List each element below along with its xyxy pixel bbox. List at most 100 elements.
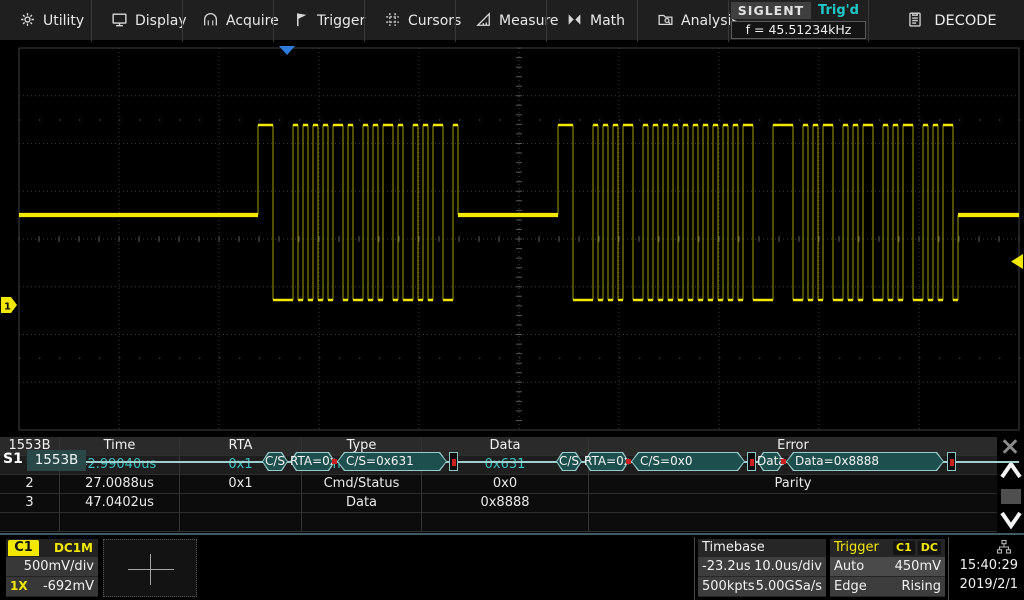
table-cell <box>180 494 302 513</box>
table-close-button[interactable] <box>1000 439 1020 454</box>
channel1-offset-label: 1 <box>4 302 11 313</box>
waveform-plot: 1 <box>0 44 1024 440</box>
add-channel-slot[interactable] <box>103 539 197 597</box>
channel1-badge: C1 <box>8 540 39 556</box>
table-cell: 27.0088us <box>60 475 180 494</box>
menu-item-label: Cursors <box>408 13 461 29</box>
decode-bubble-label: C/S <box>262 452 288 471</box>
trigger-status-badge: Trig'd <box>811 2 866 19</box>
bus-protocol-label[interactable]: 1553B <box>27 450 86 471</box>
channel1-info-box[interactable]: C1 DC1M 500mV/div 1X -692mV <box>6 539 98 597</box>
decode-bubble-label: Data <box>757 452 784 471</box>
channel1-scale: 500mV/div <box>24 557 94 576</box>
decode-bubble: C/S <box>556 452 582 471</box>
timebase-scale: 10.0us/div <box>754 557 822 576</box>
statusbar-divider <box>948 537 949 600</box>
table-cell <box>422 513 589 532</box>
menu-item-trigger[interactable]: Trigger <box>273 0 364 42</box>
table-bottom-border <box>0 533 1024 535</box>
decode-bubble: C/S=0x0 <box>631 452 745 471</box>
clock-time: 15:40:29 <box>950 556 1018 575</box>
menu-item-label: Display <box>135 13 187 29</box>
status-bar: C1 DC1M 500mV/div 1X -692mV Timebase -23… <box>0 537 1024 600</box>
trigger-position-indicator[interactable] <box>279 46 295 55</box>
table-cell: 47.0402us <box>60 494 180 513</box>
datetime-box: 15:40:29 2019/2/1 <box>950 539 1022 597</box>
timebase-label: Timebase <box>702 539 765 556</box>
table-row[interactable]: 347.0402us Data0x8888 <box>0 494 997 513</box>
decode-bubble: Data <box>757 452 784 471</box>
trigger-source-badge: C1 <box>893 541 915 555</box>
table-cell <box>180 513 302 532</box>
decode-bubble: Data=0x8888 <box>786 452 944 471</box>
scroll-down-button[interactable] <box>999 506 1023 532</box>
decode-bubble: C/S=0x631 <box>337 452 447 471</box>
table-cell <box>60 513 180 532</box>
network-icon[interactable] <box>950 539 1018 556</box>
menu-bar: UtilityDisplayAcquireTriggerCursorsMeasu… <box>0 0 1024 42</box>
status-cluster: SIGLENT Trig'd f = 45.51234kHz <box>728 0 868 42</box>
table-row[interactable] <box>0 513 997 532</box>
timebase-delay: -23.2us <box>702 557 751 576</box>
timebase-memory: 500kpts <box>702 577 754 596</box>
table-cell: 3 <box>0 494 60 513</box>
decode-bubble-label: C/S=0x631 <box>337 452 447 471</box>
siglent-logo: SIGLENT <box>731 2 811 19</box>
menu-item-label: Acquire <box>226 13 279 29</box>
decode-bubble-label: Data=0x8888 <box>786 452 944 471</box>
decode-menu-label: DECODE <box>934 13 996 29</box>
decode-error-marker <box>449 452 458 471</box>
menu-item-label: Trigger <box>317 13 365 29</box>
sample-rate: 5.00GSa/s <box>756 577 822 596</box>
decode-bubble-label: RTA=0x <box>290 452 335 471</box>
menu-item-cursors[interactable]: Cursors <box>364 0 455 42</box>
waveform-display: 1 S1 1553B C/SRTA=0xC/S=0x631C/SRTA=0xC/… <box>0 44 1024 436</box>
acquire-icon <box>202 11 219 32</box>
crosshair-icon <box>128 569 174 570</box>
decode-error-marker <box>747 452 756 471</box>
timebase-info-box[interactable]: Timebase -23.2us 10.0us/div 500kpts 5.00… <box>698 539 826 597</box>
menu-item-measure[interactable]: Measure <box>455 0 546 42</box>
statusbar-divider <box>694 537 695 600</box>
trigger-label: Trigger <box>834 539 879 556</box>
math-icon <box>566 11 583 32</box>
channel1-coupling: DC1M <box>54 541 93 555</box>
table-row[interactable]: 227.0088us0x1Cmd/Status0x0Parity <box>0 475 997 494</box>
table-cell <box>589 513 997 532</box>
trigger-type: Edge <box>834 577 867 596</box>
table-cell <box>302 513 422 532</box>
clock-date: 2019/2/1 <box>950 575 1018 594</box>
crosshair-icon <box>150 554 151 585</box>
trigger-coupling-badge: DC <box>918 541 941 555</box>
table-cell: 0x1 <box>180 475 302 494</box>
decode-bubble: C/S <box>262 452 288 471</box>
table-cell <box>0 513 60 532</box>
measure-icon <box>475 11 492 32</box>
menu-item-acquire[interactable]: Acquire <box>182 0 273 42</box>
decode-error-marker <box>947 452 956 471</box>
oscilloscope-screen: UtilityDisplayAcquireTriggerCursorsMeasu… <box>0 0 1024 600</box>
trigger-level: 450mV <box>895 557 941 576</box>
menu-item-math[interactable]: Math <box>546 0 637 42</box>
decode-icon <box>906 10 924 32</box>
menu-item-analysis[interactable]: Analysis <box>637 0 728 42</box>
table-cell <box>589 494 997 513</box>
menu-item-utility[interactable]: Utility <box>0 0 91 42</box>
table-cell: 2 <box>0 475 60 494</box>
decode-bubble-label: RTA=0x <box>584 452 629 471</box>
decode-bubble: RTA=0x <box>290 452 335 471</box>
channel1-probe: 1X <box>10 577 28 596</box>
table-cell: Cmd/Status <box>302 475 422 494</box>
waveform-trace <box>258 125 958 300</box>
decode-bubble-label: C/S <box>556 452 582 471</box>
menu-item-display[interactable]: Display <box>91 0 182 42</box>
scrollbar-thumb[interactable] <box>1001 489 1021 504</box>
decode-bubble: RTA=0x <box>584 452 629 471</box>
table-cell: Data <box>302 494 422 513</box>
table-cell: 0x8888 <box>422 494 589 513</box>
menu-item-label: Utility <box>43 13 84 29</box>
trigger-level-marker[interactable] <box>1011 254 1023 269</box>
analysis-icon <box>657 11 674 32</box>
menu-item-decode[interactable]: DECODE <box>868 0 1024 42</box>
trigger-info-box[interactable]: Trigger C1 DC Auto 450mV Edge Rising <box>830 539 945 597</box>
